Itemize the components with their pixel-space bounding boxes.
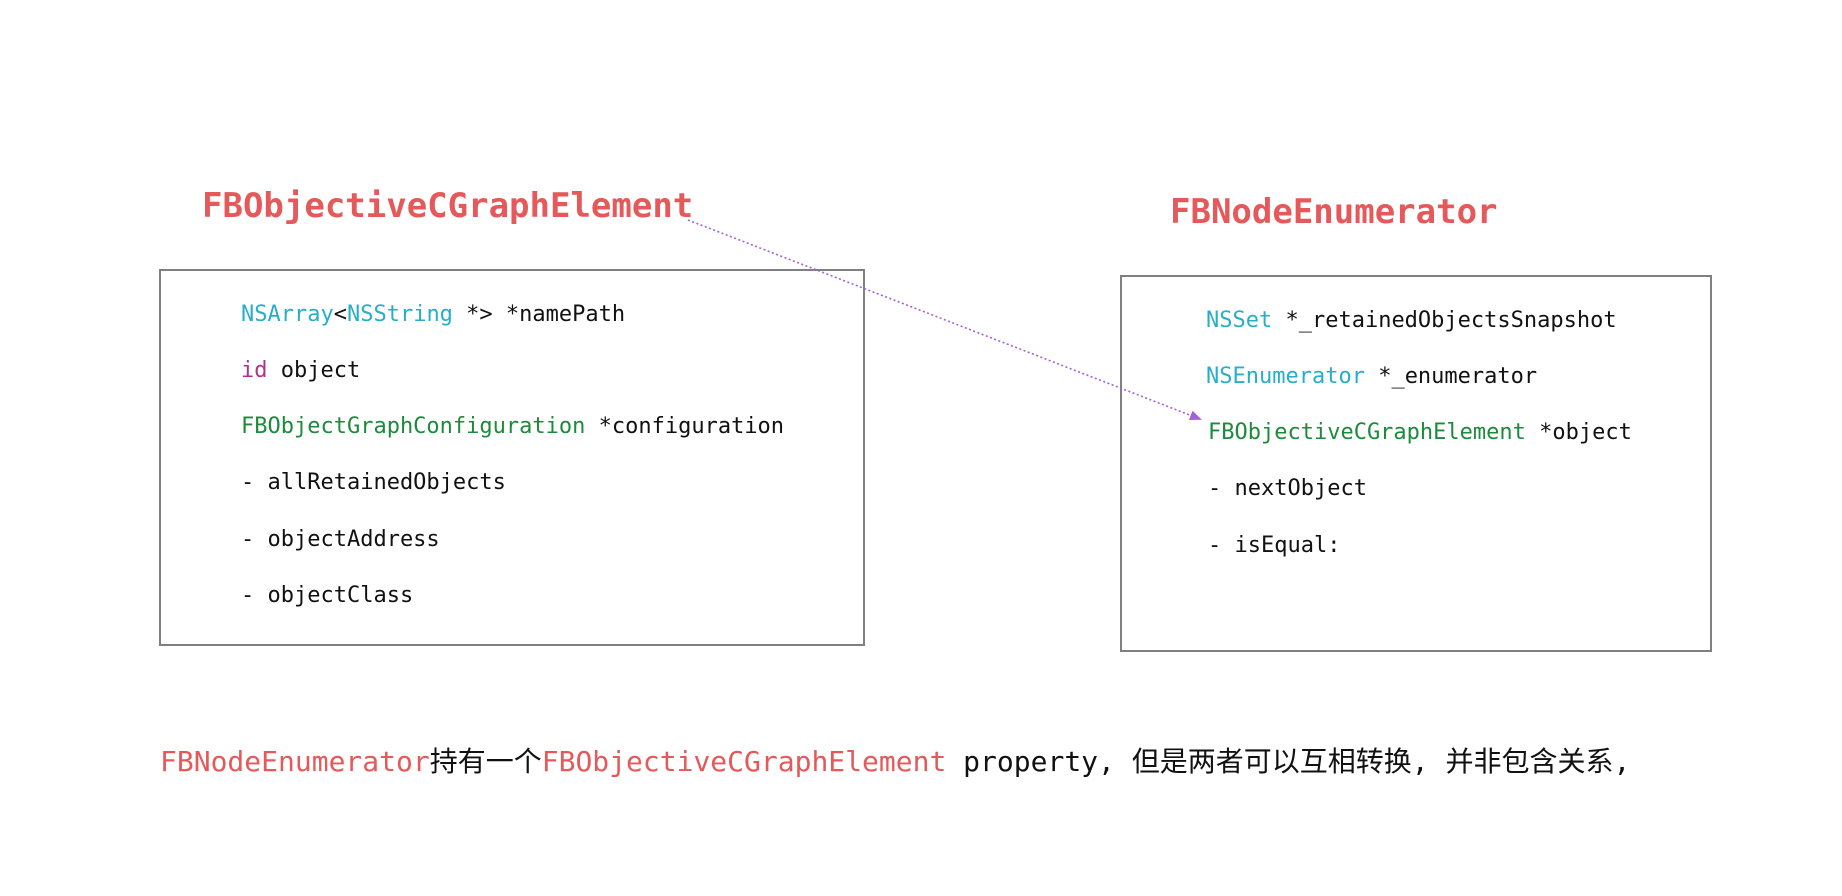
caption-enumerator: FBNodeEnumerator (160, 745, 430, 778)
connector-line (687, 219, 1202, 421)
caption-rest: property, 但是两者可以互相转换, 并非包含关系, (946, 745, 1631, 778)
caption: FBNodeEnumerator持有一个FBObjectiveCGraphEle… (160, 740, 1630, 780)
caption-graph-element: FBObjectiveCGraphElement (541, 745, 947, 778)
caption-holds: 持有一个 (429, 745, 542, 778)
